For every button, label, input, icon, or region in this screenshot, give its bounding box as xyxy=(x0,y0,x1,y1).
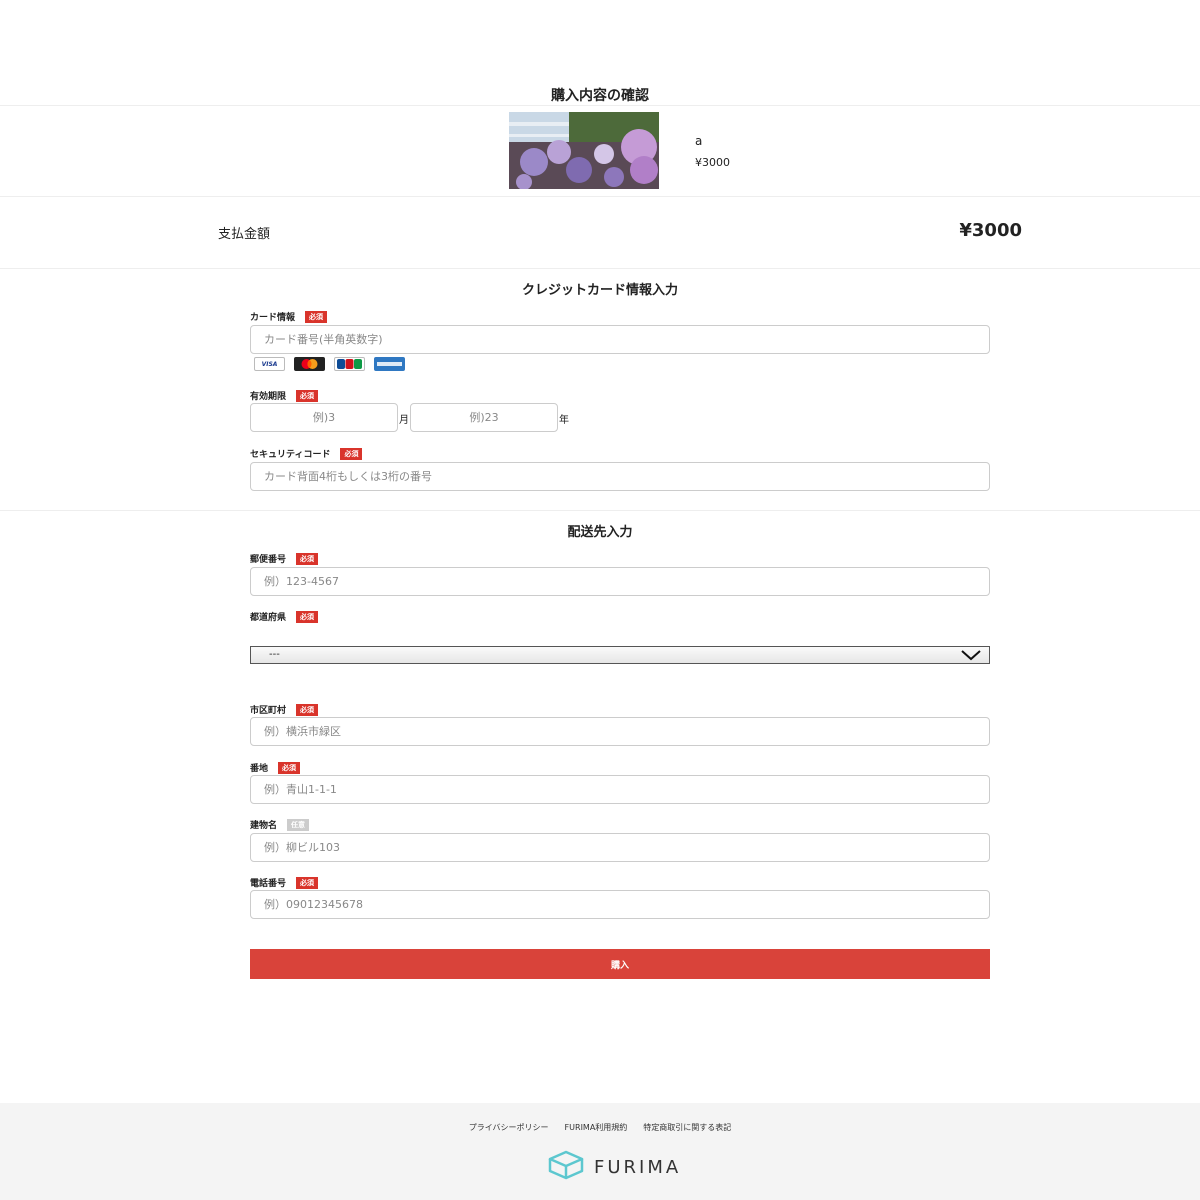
footer: プライバシーポリシー FURIMA利用規約 特定商取引に関する表記 FURIMA xyxy=(0,1103,1200,1200)
year-unit: 年 xyxy=(559,415,569,426)
prefecture-label: 都道府県 必須 xyxy=(250,610,319,623)
footer-links: プライバシーポリシー FURIMA利用規約 特定商取引に関する表記 xyxy=(0,1122,1200,1133)
prefecture-selected-value: --- xyxy=(269,649,280,660)
required-badge: 必須 xyxy=(296,610,319,623)
expiry-month-input[interactable] xyxy=(250,403,398,432)
card-number-input[interactable] xyxy=(250,325,990,354)
building-input[interactable] xyxy=(250,833,990,862)
building-label: 建物名 任意 xyxy=(250,818,310,831)
footer-link-privacy[interactable]: プライバシーポリシー xyxy=(469,1122,549,1133)
page-title: 購入内容の確認 xyxy=(551,88,649,104)
cvc-input[interactable] xyxy=(250,462,990,491)
footer-link-terms[interactable]: FURIMA利用規約 xyxy=(565,1122,628,1133)
phone-label: 電話番号 必須 xyxy=(250,876,319,889)
postal-code-input[interactable] xyxy=(250,567,990,596)
month-unit: 月 xyxy=(399,415,409,426)
amex-icon xyxy=(374,357,405,371)
expiry-year-input[interactable] xyxy=(410,403,558,432)
required-badge: 必須 xyxy=(278,761,301,774)
footer-logo[interactable]: FURIMA xyxy=(548,1150,681,1184)
divider xyxy=(0,268,1200,269)
address-input[interactable] xyxy=(250,775,990,804)
address-label: 番地 必須 xyxy=(250,761,301,774)
required-badge: 必須 xyxy=(296,552,319,565)
city-label-text: 市区町村 xyxy=(250,706,287,716)
footer-logo-text: FURIMA xyxy=(594,1156,682,1178)
card-number-label: カード情報 必須 xyxy=(250,310,328,323)
required-badge: 必須 xyxy=(296,389,319,402)
total-value: ¥3000 xyxy=(959,220,1022,241)
postal-label-text: 郵便番号 xyxy=(250,555,287,565)
phone-label-text: 電話番号 xyxy=(250,879,287,889)
card-brands: VISA xyxy=(254,357,405,371)
address-label-text: 番地 xyxy=(250,764,269,774)
chevron-down-icon xyxy=(961,649,981,667)
product-name: a xyxy=(695,134,703,148)
required-badge: 必須 xyxy=(296,703,319,716)
credit-section-title: クレジットカード情報入力 xyxy=(521,283,678,298)
city-label: 市区町村 必須 xyxy=(250,703,319,716)
required-badge: 必須 xyxy=(296,876,319,889)
expiry-label-text: 有効期限 xyxy=(250,392,287,402)
footer-link-commerce[interactable]: 特定商取引に関する表記 xyxy=(643,1122,731,1133)
jcb-icon xyxy=(334,357,365,371)
shipping-section-title: 配送先入力 xyxy=(567,525,633,540)
prefecture-select[interactable]: --- xyxy=(250,646,990,664)
visa-icon: VISA xyxy=(254,357,285,371)
mastercard-icon xyxy=(294,357,325,371)
phone-input[interactable] xyxy=(250,890,990,919)
required-badge: 必須 xyxy=(340,447,363,460)
total-label: 支払金額 xyxy=(218,227,271,242)
expiry-label: 有効期限 必須 xyxy=(250,389,319,402)
cvc-label-text: セキュリティコード xyxy=(250,450,331,460)
divider xyxy=(0,196,1200,197)
box-logo-icon xyxy=(548,1150,584,1184)
cvc-label: セキュリティコード 必須 xyxy=(250,447,363,460)
required-badge: 必須 xyxy=(305,310,328,323)
prefecture-label-text: 都道府県 xyxy=(250,613,287,623)
city-input[interactable] xyxy=(250,717,990,746)
buy-button[interactable]: 購入 xyxy=(250,949,990,979)
product-image xyxy=(509,112,659,189)
divider xyxy=(0,105,1200,106)
optional-badge: 任意 xyxy=(287,818,310,831)
divider xyxy=(0,510,1200,511)
building-label-text: 建物名 xyxy=(250,821,278,831)
product-price: ¥3000 xyxy=(695,156,730,169)
postal-label: 郵便番号 必須 xyxy=(250,552,319,565)
card-number-label-text: カード情報 xyxy=(250,313,296,323)
